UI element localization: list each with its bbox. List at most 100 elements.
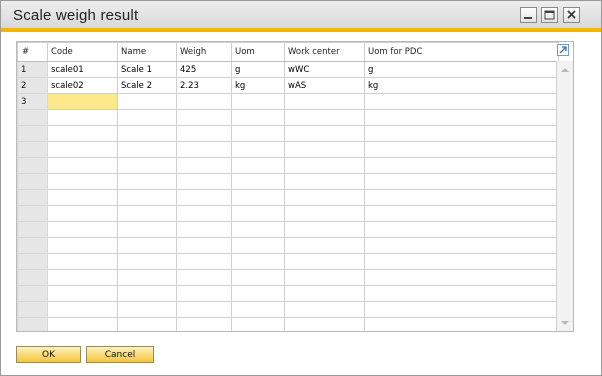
- table-row-empty[interactable]: [17, 109, 559, 126]
- cancel-button[interactable]: Cancel: [86, 346, 154, 363]
- column-header[interactable]: Name: [117, 42, 177, 62]
- grid-cell[interactable]: [47, 205, 118, 222]
- table-row-empty[interactable]: [17, 285, 559, 302]
- column-header[interactable]: Weigh: [176, 42, 232, 62]
- grid-cell[interactable]: [284, 301, 365, 318]
- grid-cell[interactable]: [47, 109, 118, 126]
- grid-cell[interactable]: [176, 237, 232, 254]
- grid-cell[interactable]: [364, 205, 559, 222]
- grid-cell[interactable]: [47, 269, 118, 286]
- row-number[interactable]: [17, 269, 48, 286]
- grid-cell[interactable]: [231, 253, 285, 270]
- grid-cell[interactable]: [176, 317, 232, 331]
- grid-cell[interactable]: [364, 173, 559, 190]
- grid-cell[interactable]: [231, 173, 285, 190]
- expand-icon[interactable]: [557, 44, 569, 56]
- close-button[interactable]: [563, 7, 580, 23]
- grid-cell[interactable]: [176, 205, 232, 222]
- grid-cell[interactable]: [231, 237, 285, 254]
- grid-cell[interactable]: [47, 301, 118, 318]
- work-center-cell[interactable]: [284, 93, 365, 110]
- grid-cell[interactable]: [176, 189, 232, 206]
- grid-cell[interactable]: [117, 285, 177, 302]
- title-bar[interactable]: Scale weigh result: [1, 1, 601, 28]
- grid-cell[interactable]: [176, 157, 232, 174]
- name-cell[interactable]: [117, 93, 177, 110]
- table-row-empty[interactable]: [17, 141, 559, 158]
- weigh-cell[interactable]: [176, 93, 232, 110]
- vertical-scrollbar[interactable]: [556, 61, 573, 331]
- row-number[interactable]: [17, 221, 48, 238]
- grid-cell[interactable]: [284, 125, 365, 142]
- grid-cell[interactable]: [284, 285, 365, 302]
- table-row-empty[interactable]: [17, 205, 559, 222]
- grid-cell[interactable]: [176, 125, 232, 142]
- grid-cell[interactable]: [364, 253, 559, 270]
- uom-cell[interactable]: [231, 93, 285, 110]
- grid-cell[interactable]: [364, 157, 559, 174]
- table-row[interactable]: 2 scale02 Scale 2 2.23 kg wAS kg: [17, 77, 559, 94]
- row-number[interactable]: [17, 157, 48, 174]
- grid-cell[interactable]: [176, 285, 232, 302]
- row-number[interactable]: [17, 125, 48, 142]
- grid-cell[interactable]: [176, 109, 232, 126]
- row-number[interactable]: [17, 253, 48, 270]
- minimize-button[interactable]: [520, 7, 537, 23]
- grid-cell[interactable]: [364, 141, 559, 158]
- grid-cell[interactable]: [284, 141, 365, 158]
- column-header[interactable]: Uom for PDC: [364, 42, 559, 62]
- work-center-cell[interactable]: wAS: [284, 77, 365, 94]
- row-number[interactable]: 1: [17, 61, 48, 78]
- grid-cell[interactable]: [47, 253, 118, 270]
- grid-cell[interactable]: [284, 157, 365, 174]
- ok-button[interactable]: OK: [16, 346, 81, 363]
- row-number[interactable]: [17, 109, 48, 126]
- code-cell-active[interactable]: [47, 93, 118, 110]
- column-header[interactable]: Uom: [231, 42, 285, 62]
- grid-cell[interactable]: [176, 301, 232, 318]
- grid-cell[interactable]: [364, 237, 559, 254]
- table-row[interactable]: 3: [17, 93, 559, 110]
- grid-cell[interactable]: [284, 269, 365, 286]
- row-number[interactable]: 2: [17, 77, 48, 94]
- grid-cell[interactable]: [117, 237, 177, 254]
- grid-cell[interactable]: [231, 221, 285, 238]
- grid-cell[interactable]: [231, 157, 285, 174]
- name-cell[interactable]: Scale 1: [117, 61, 177, 78]
- table-row-empty[interactable]: [17, 189, 559, 206]
- grid-cell[interactable]: [364, 269, 559, 286]
- grid-cell[interactable]: [176, 221, 232, 238]
- table-row-empty[interactable]: [17, 157, 559, 174]
- row-number[interactable]: [17, 317, 48, 331]
- row-number[interactable]: [17, 189, 48, 206]
- grid-cell[interactable]: [176, 253, 232, 270]
- row-number[interactable]: 3: [17, 93, 48, 110]
- grid-cell[interactable]: [47, 141, 118, 158]
- grid-cell[interactable]: [231, 109, 285, 126]
- grid-cell[interactable]: [117, 157, 177, 174]
- table-row-empty[interactable]: [17, 253, 559, 270]
- grid-cell[interactable]: [117, 205, 177, 222]
- grid-cell[interactable]: [117, 317, 177, 331]
- grid-cell[interactable]: [117, 301, 177, 318]
- scroll-down-icon[interactable]: [560, 319, 570, 327]
- grid-cell[interactable]: [47, 317, 118, 331]
- grid-cell[interactable]: [284, 173, 365, 190]
- grid-cell[interactable]: [231, 301, 285, 318]
- grid-cell[interactable]: [117, 253, 177, 270]
- weigh-cell[interactable]: 425: [176, 61, 232, 78]
- grid-cell[interactable]: [231, 141, 285, 158]
- grid-cell[interactable]: [231, 317, 285, 331]
- scroll-up-icon[interactable]: [560, 66, 570, 74]
- table-row[interactable]: 1 scale01 Scale 1 425 g wWC g: [17, 61, 559, 78]
- maximize-button[interactable]: [541, 7, 558, 23]
- grid-cell[interactable]: [47, 237, 118, 254]
- grid-cell[interactable]: [117, 221, 177, 238]
- result-grid[interactable]: # Code Name Weigh Uom Work center Uom fo…: [16, 41, 574, 332]
- grid-cell[interactable]: [47, 285, 118, 302]
- grid-cell[interactable]: [231, 125, 285, 142]
- weigh-cell[interactable]: 2.23: [176, 77, 232, 94]
- uom-cell[interactable]: kg: [231, 77, 285, 94]
- grid-cell[interactable]: [284, 237, 365, 254]
- column-header[interactable]: Work center: [284, 42, 365, 62]
